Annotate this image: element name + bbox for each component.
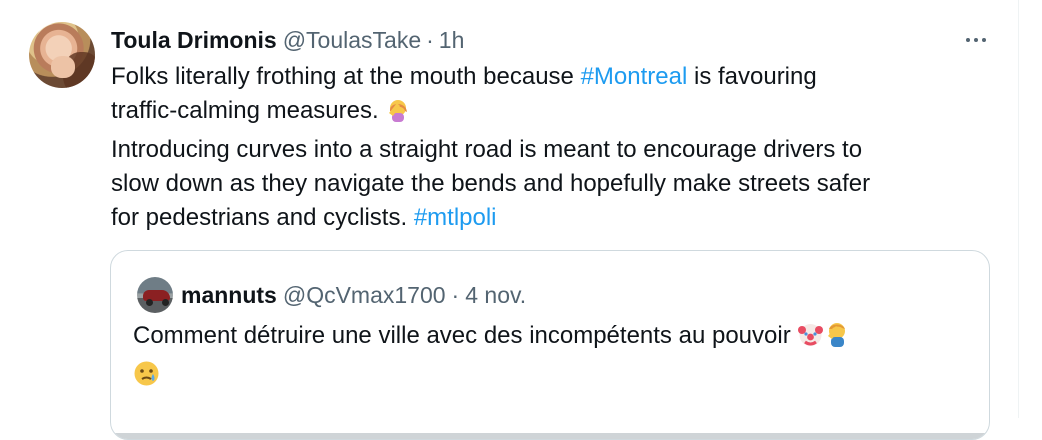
tweet-header: Toula Drimonis @ToulasTake · 1h xyxy=(111,23,464,57)
tweet-text-span: traffic-calming measures. xyxy=(111,97,386,124)
tweet-text: Folks literally frothing at the mouth be… xyxy=(111,60,991,235)
tweet-text-span: is favouring xyxy=(687,63,817,90)
hashtag-link[interactable]: #Montreal xyxy=(581,63,688,90)
display-name[interactable]: Toula Drimonis xyxy=(111,27,277,54)
quote-timestamp[interactable]: 4 nov. xyxy=(465,282,526,309)
avatar-hand xyxy=(51,56,75,78)
page-right-gutter xyxy=(1019,0,1042,418)
person-facepalming-icon xyxy=(385,98,410,133)
quote-handle[interactable]: @QcVmax1700 xyxy=(283,282,446,309)
crying-face-icon xyxy=(133,360,160,397)
avatar[interactable] xyxy=(29,22,95,88)
more-dot xyxy=(982,38,986,42)
tweet-line: traffic-calming measures. xyxy=(111,94,991,133)
timestamp[interactable]: 1h xyxy=(439,27,465,54)
tweet-text-span: Folks literally frothing at the mouth be… xyxy=(111,63,581,90)
tweet-text-span: slow down as they navigate the bends and… xyxy=(111,170,871,197)
more-dot xyxy=(974,38,978,42)
clown-face-icon xyxy=(797,321,824,358)
separator: · xyxy=(426,26,434,53)
quote-line xyxy=(133,358,953,397)
car-wheel xyxy=(162,299,169,306)
tweet-line: Introducing curves into a straight road … xyxy=(111,133,991,167)
quote-separator: · xyxy=(451,281,460,308)
tweet-text-span: for pedestrians and cyclists. xyxy=(111,204,414,231)
quote-display-name[interactable]: mannuts xyxy=(181,282,277,309)
hashtag-link[interactable]: #mtlpoli xyxy=(414,204,497,231)
quote-header: mannuts @QcVmax1700 · 4 nov. xyxy=(181,280,526,310)
more-dot xyxy=(966,38,970,42)
quote-text-span: Comment détruire une ville avec des inco… xyxy=(133,322,798,349)
handle[interactable]: @ToulasTake xyxy=(283,27,421,54)
man-facepalming-icon xyxy=(824,321,851,358)
tweet-line: Folks literally frothing at the mouth be… xyxy=(111,60,991,94)
tweet-line: slow down as they navigate the bends and… xyxy=(111,167,991,201)
quote-text: Comment détruire une ville avec des inco… xyxy=(133,319,953,397)
quote-line: Comment détruire une ville avec des inco… xyxy=(133,319,953,358)
quote-tweet-card[interactable]: mannuts @QcVmax1700 · 4 nov. Comment dét… xyxy=(110,250,990,440)
car-wheel xyxy=(146,299,153,306)
quote-media-preview[interactable] xyxy=(111,433,989,439)
tweet-text-span: Introducing curves into a straight road … xyxy=(111,136,863,163)
tweet-line: for pedestrians and cyclists. #mtlpoli xyxy=(111,201,991,235)
more-icon[interactable] xyxy=(960,24,992,56)
quote-avatar[interactable] xyxy=(137,277,173,313)
